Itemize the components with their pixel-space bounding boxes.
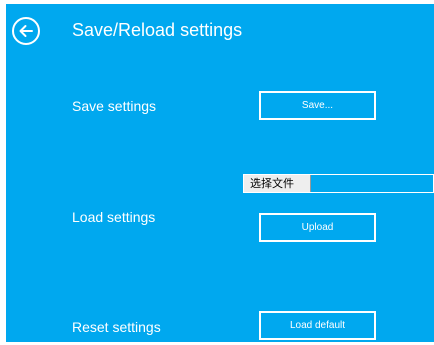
reset-settings-label: Reset settings [72, 319, 161, 335]
file-input[interactable]: 选择文件 [243, 174, 434, 193]
load-default-button[interactable]: Load default [259, 311, 376, 340]
save-settings-label: Save settings [72, 98, 157, 114]
save-button[interactable]: Save... [259, 91, 376, 120]
settings-panel: Save/Reload settings Save settings Save.… [6, 4, 434, 342]
arrow-left-icon [19, 25, 33, 37]
load-settings-label: Load settings [72, 209, 156, 225]
back-button[interactable] [12, 17, 40, 45]
upload-button[interactable]: Upload [259, 213, 376, 242]
choose-file-button[interactable]: 选择文件 [244, 175, 311, 192]
page-title: Save/Reload settings [72, 20, 243, 40]
